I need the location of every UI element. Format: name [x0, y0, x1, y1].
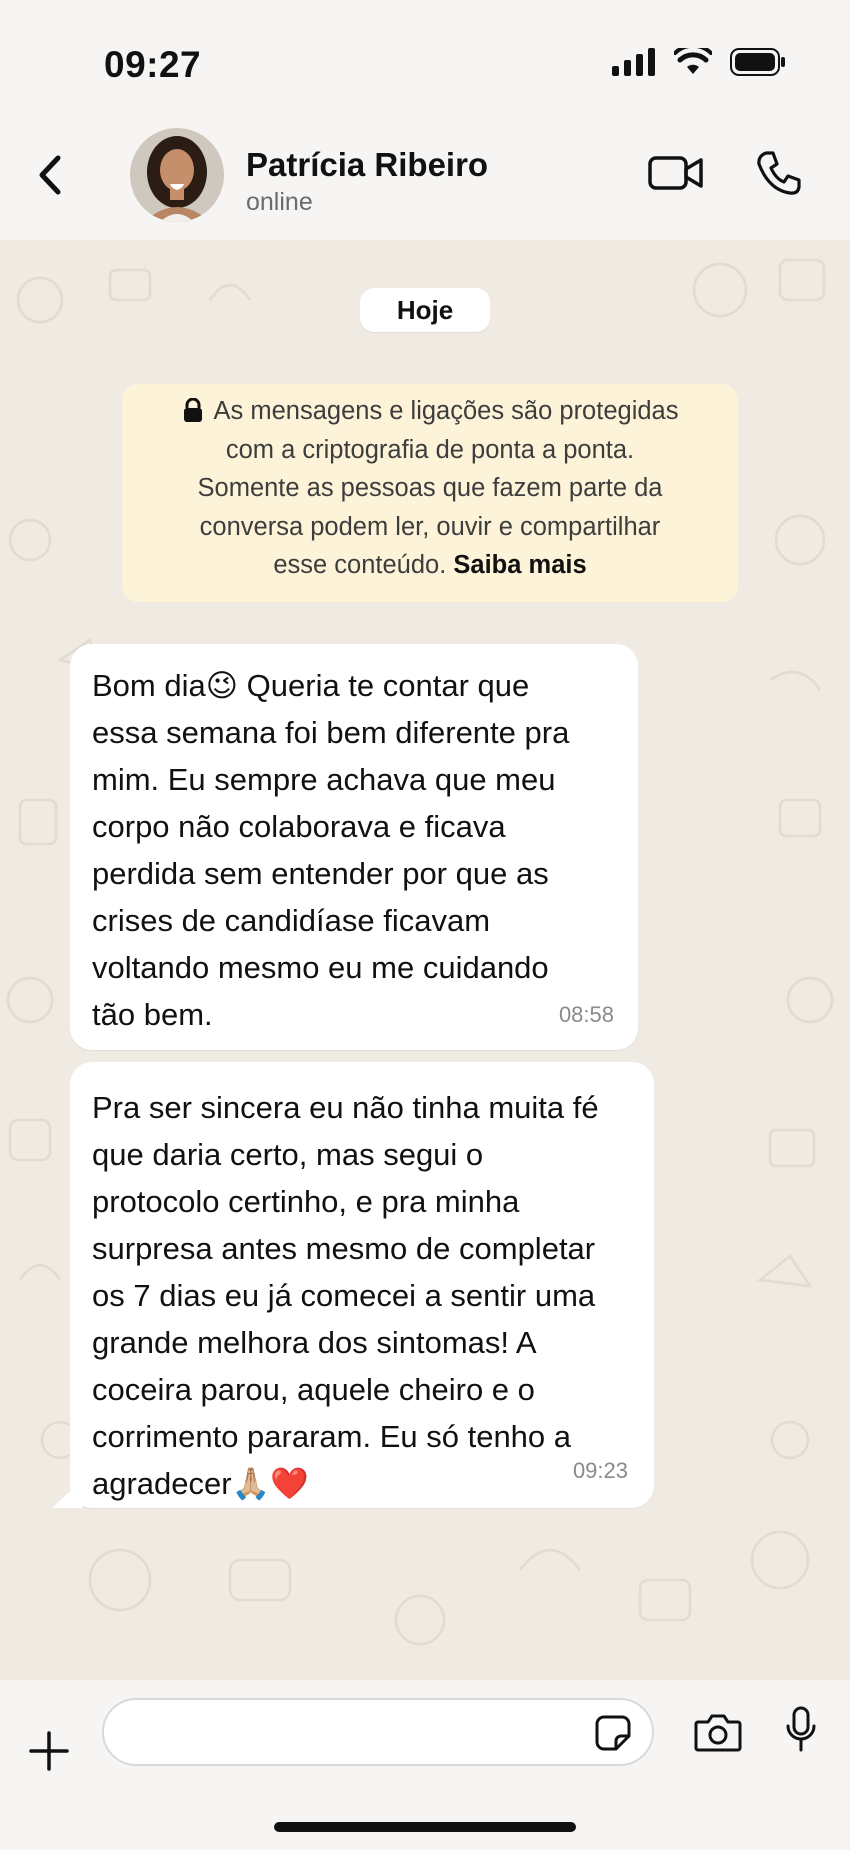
message-line: essa semana foi bem diferente pra	[92, 715, 570, 750]
battery-icon	[730, 48, 785, 76]
microphone-icon[interactable]	[786, 1706, 816, 1752]
phone-icon[interactable]	[756, 150, 802, 196]
message-line: perdida sem entender por que as	[92, 856, 549, 891]
message-input[interactable]	[102, 1698, 654, 1766]
contact-avatar[interactable]	[130, 128, 224, 222]
encryption-notice[interactable]: As mensagens e ligações são protegidas c…	[122, 384, 738, 602]
avatar-photo	[130, 128, 224, 222]
message-line: crises de candidíase ficavam	[92, 903, 491, 938]
message-composer	[0, 1680, 850, 1850]
encryption-line-4: conversa podem ler, ouvir e compartilhar	[199, 512, 661, 541]
encryption-line-5: esse conteúdo. Saiba mais	[273, 551, 587, 579]
home-indicator[interactable]	[274, 1822, 576, 1832]
message-line: mim. Eu sempre achava que meu	[92, 762, 556, 797]
signal-icon	[612, 48, 655, 76]
message-line: corrimento pararam. Eu só tenho a	[92, 1419, 572, 1454]
message-bubble-incoming[interactable]: Bom dia😉 Queria te contar que essa seman…	[70, 644, 638, 1050]
message-line: Bom dia😉 Queria te contar que	[92, 668, 530, 703]
message-time: 08:58	[558, 1002, 614, 1027]
message-time: 09:23	[572, 1458, 628, 1483]
chat-area[interactable]: Hoje As mensagens e ligações são protegi…	[0, 240, 850, 1680]
video-call-icon[interactable]	[648, 154, 704, 192]
wifi-icon	[674, 48, 712, 74]
message-bubble-incoming[interactable]: Pra ser sincera eu não tinha muita fé qu…	[70, 1062, 654, 1508]
encryption-line-1: As mensagens e ligações são protegidas	[140, 392, 720, 431]
message-line: surpresa antes mesmo de completar	[92, 1231, 596, 1266]
contact-status: online	[246, 188, 313, 216]
message-line: Pra ser sincera eu não tinha muita fé	[92, 1090, 599, 1125]
learn-more-link[interactable]: Saiba mais	[453, 551, 586, 579]
message-line: os 7 dias eu já comecei a sentir uma	[92, 1278, 596, 1313]
message-line: que daria certo, mas segui o	[92, 1137, 484, 1172]
message-line: tão bem.	[92, 997, 213, 1032]
message-line: corpo não colaborava e ficava	[92, 809, 506, 844]
camera-icon[interactable]	[694, 1712, 742, 1752]
encryption-line-3: Somente as pessoas que fazem parte da	[197, 474, 663, 502]
message-line: coceira parou, aquele cheiro e o	[92, 1372, 535, 1407]
sticker-icon[interactable]	[594, 1714, 632, 1752]
date-separator: Hoje	[360, 288, 490, 332]
message-line: grande melhora dos sintomas! A	[92, 1325, 537, 1360]
back-chevron-icon[interactable]	[30, 150, 70, 200]
chat-header: 09:27 Patrícia Ribeiro online	[0, 0, 850, 240]
plus-icon[interactable]	[28, 1730, 70, 1772]
message-line: agradecer🙏🏼❤️	[92, 1466, 309, 1501]
contact-name[interactable]: Patrícia Ribeiro	[246, 146, 488, 184]
lock-icon	[183, 398, 202, 422]
status-bar-icons	[612, 48, 786, 76]
message-line: voltando mesmo eu me cuidando	[92, 950, 549, 985]
message-line: protocolo certinho, e pra minha	[92, 1184, 520, 1219]
status-bar-time: 09:27	[104, 44, 202, 85]
encryption-line-2: com a criptografia de ponta a ponta.	[225, 435, 635, 464]
